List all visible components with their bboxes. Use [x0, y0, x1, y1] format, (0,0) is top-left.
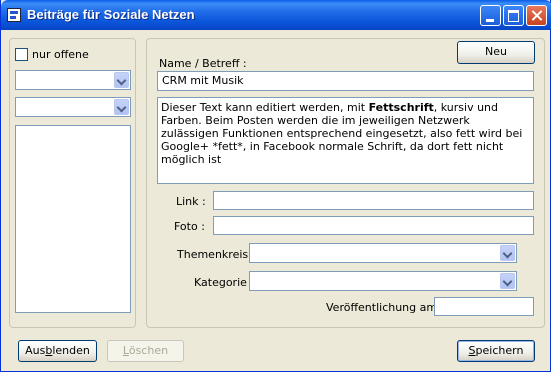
- publish-date-field[interactable]: [434, 297, 534, 316]
- posts-list[interactable]: [15, 125, 131, 313]
- hide-button-suffix: lenden: [52, 344, 90, 357]
- foto-field[interactable]: [213, 216, 534, 235]
- chevron-down-icon[interactable]: [114, 72, 129, 88]
- hide-button[interactable]: Ausblenden: [18, 340, 97, 362]
- themenkreis-combo[interactable]: [249, 243, 517, 263]
- name-field[interactable]: CRM mit Musik: [157, 71, 534, 91]
- kategorie-combo[interactable]: [249, 271, 517, 291]
- text-editor-part-1: Dieser Text kann editiert werden, mit: [161, 101, 369, 114]
- foto-label: Foto :: [174, 220, 205, 233]
- link-field[interactable]: [213, 191, 534, 210]
- name-label: Name / Betreff :: [159, 57, 247, 70]
- only-open-checkbox[interactable]: [15, 48, 28, 61]
- publish-date-label: Veröffentlichung am :: [326, 301, 445, 314]
- text-editor-bold: Fettschrift: [368, 101, 434, 114]
- main-window: Beiträge für Soziale Netzen nur offene N…: [0, 0, 551, 372]
- link-label: Link :: [176, 195, 206, 208]
- chevron-down-icon[interactable]: [500, 273, 515, 289]
- only-open-label[interactable]: nur offene: [32, 48, 89, 61]
- maximize-icon[interactable]: [503, 5, 524, 26]
- minimize-icon[interactable]: [480, 5, 501, 26]
- text-editor[interactable]: Dieser Text kann editiert werden, mit Fe…: [157, 97, 534, 184]
- delete-button-suffix: öschen: [128, 344, 169, 357]
- filter-combo-2[interactable]: [15, 97, 131, 117]
- save-button-mnemonic: S: [468, 344, 476, 357]
- window-title: Beiträge für Soziale Netzen: [27, 7, 195, 22]
- close-icon[interactable]: [526, 5, 547, 26]
- delete-button[interactable]: Löschen: [107, 340, 184, 362]
- title-bar[interactable]: Beiträge für Soziale Netzen: [1, 0, 551, 30]
- themenkreis-label: Themenkreis :: [177, 248, 256, 261]
- hide-button-prefix: Aus: [25, 344, 46, 357]
- save-button[interactable]: Speichern: [457, 340, 535, 362]
- chevron-down-icon[interactable]: [500, 245, 515, 261]
- save-button-suffix: peichern: [475, 344, 524, 357]
- app-icon: [7, 8, 21, 22]
- chevron-down-icon[interactable]: [114, 99, 129, 115]
- kategorie-label: Kategorie :: [194, 276, 255, 289]
- filter-combo-1[interactable]: [15, 70, 131, 90]
- new-button[interactable]: Neu: [457, 41, 535, 64]
